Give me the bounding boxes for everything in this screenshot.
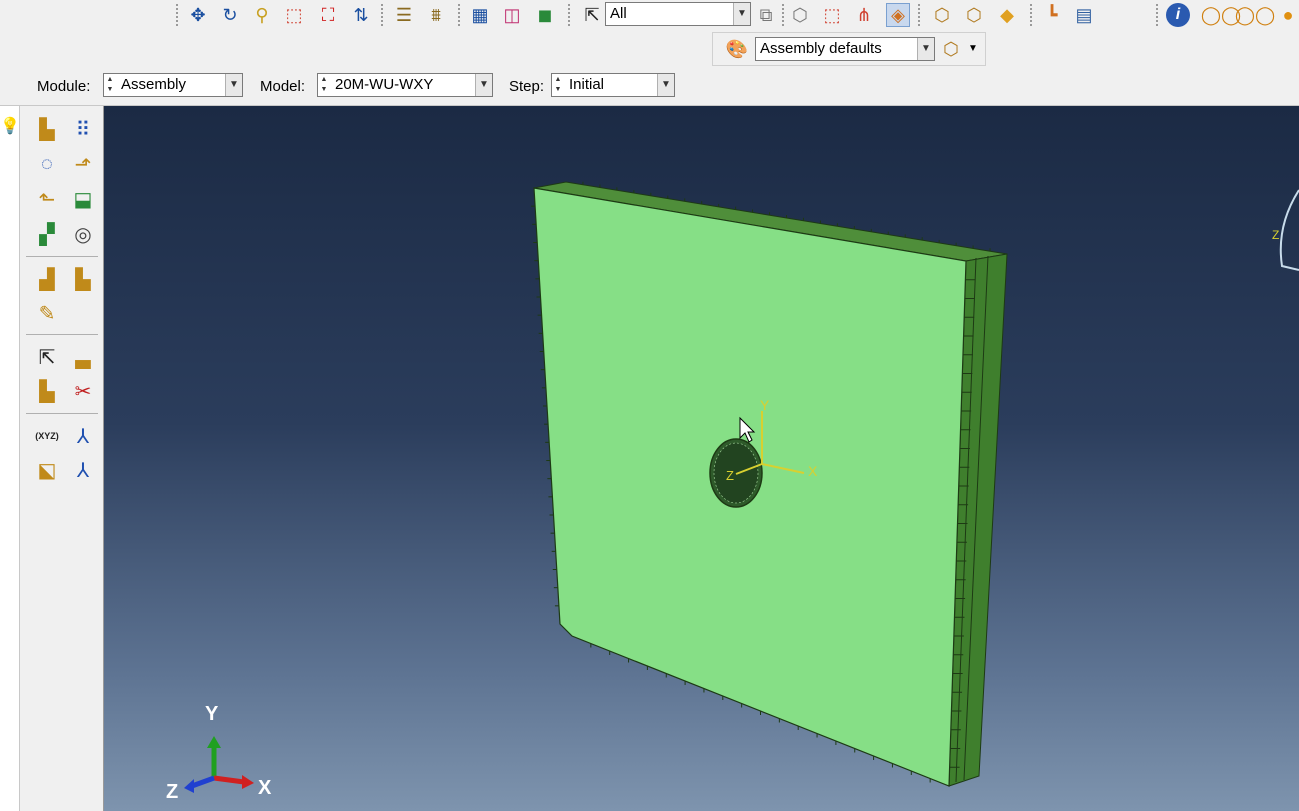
module-label: Module: <box>37 78 91 95</box>
iso-view-icon[interactable]: ☰ <box>392 3 416 27</box>
view-cube-fragment[interactable]: Z <box>1272 189 1299 271</box>
cut-view-icon[interactable]: ⋔ <box>852 3 876 27</box>
selection-filter-select[interactable]: All ▼ <box>605 2 751 26</box>
boolean-union-icon[interactable]: ◯◯ <box>1201 3 1241 27</box>
rotate-instance-icon[interactable]: ⬑ <box>32 184 62 214</box>
toolbox-separator <box>26 334 98 335</box>
query-icon[interactable]: ┗ <box>1040 3 1064 27</box>
info-icon[interactable]: i <box>1166 3 1190 27</box>
display-options-icon[interactable]: ⬡ <box>939 37 963 61</box>
boolean-instances-icon[interactable]: ◎ <box>68 219 98 249</box>
pan-icon[interactable]: ✥ <box>186 3 210 27</box>
toolbox-separator <box>26 413 98 414</box>
translate-to-icon[interactable]: ⬓ <box>68 184 98 214</box>
triad-x-label: X <box>258 777 272 799</box>
datum-axis-icon[interactable]: ⅄ <box>68 421 98 451</box>
linear-pattern-icon[interactable]: ⠿ <box>68 114 98 144</box>
module-toolbox: ▙ ⠿ ◌ ⬏ ⬑ ⬓ ▞ ◎ ▟ ▙ ✎ ⇱ ▃ ▙ ✂ (XYZ) ⅄ ⬕ … <box>20 106 104 811</box>
zoom-box-icon[interactable]: ⬚ <box>282 3 306 27</box>
boolean-intersect-icon[interactable]: ◯◯ <box>1235 3 1275 27</box>
csys-z-label: Z <box>726 468 734 483</box>
chevron-down-icon[interactable]: ▼ <box>965 37 981 61</box>
selection-filter-value: All <box>610 5 627 22</box>
view-top-icon[interactable]: ◆ <box>995 3 1019 27</box>
chevron-down-icon[interactable]: ▼ <box>475 74 492 96</box>
datum-icon[interactable]: ▃ <box>68 342 98 372</box>
toolbar-separator <box>381 4 383 26</box>
module-value: Assembly <box>121 76 187 93</box>
model-value: 20M-WU-WXY <box>335 76 434 93</box>
feature-delete-icon[interactable]: ✂ <box>68 376 98 406</box>
feature-manager-icon[interactable]: ▙ <box>32 376 62 406</box>
context-bar: Module: ▲ ▼ Assembly ▼ Model: ▲ ▼ 20M-WU-W… <box>0 68 1299 106</box>
toolbar-separator <box>568 4 570 26</box>
toolbar-separator <box>918 4 920 26</box>
color-code-icon[interactable]: 🎨 <box>725 37 749 61</box>
boolean-subtract-icon[interactable]: ● <box>1276 3 1299 27</box>
view-front-icon[interactable]: ⬡ <box>930 3 954 27</box>
toolbar-separator <box>1156 4 1158 26</box>
step-value: Initial <box>569 76 605 93</box>
box-select-icon[interactable]: ⬡ <box>788 3 812 27</box>
toolbar-separator <box>1030 4 1032 26</box>
translate-instance-icon[interactable]: ⬏ <box>68 149 98 179</box>
main-toolbar: ✥ ↻ ⚲ ⬚ ⛶ ⇅ ☰ ⩩ ▦ ◫ ◼ ⇱ All ▼ ⧉ ⬡ ⬚ ⋔ ◈ … <box>0 0 1299 31</box>
shaded-icon[interactable]: ◼ <box>533 3 557 27</box>
spin-arrows-icon: ▲ ▼ <box>554 76 562 93</box>
constraint-parallel-face-icon[interactable]: ▟ <box>32 264 62 294</box>
rotate-icon[interactable]: ↻ <box>218 3 242 27</box>
datum-csys-icon[interactable]: ⅄ <box>68 455 98 485</box>
datum-point-icon[interactable]: (XYZ) <box>32 421 62 451</box>
toolbar-separator <box>458 4 460 26</box>
perspective-icon[interactable]: ◈ <box>886 3 910 27</box>
table-icon[interactable]: ▤ <box>1072 3 1096 27</box>
datum-plane-icon[interactable]: ⬕ <box>32 455 62 485</box>
auto-fit-icon[interactable]: ⛶ <box>316 3 340 27</box>
constraint-face-to-face-icon[interactable]: ▙ <box>68 264 98 294</box>
spin-arrows-icon: ▲ ▼ <box>320 76 328 93</box>
chevron-down-icon[interactable]: ▼ <box>657 74 674 96</box>
module-select[interactable]: ▲ ▼ Assembly ▼ <box>103 73 243 97</box>
triad-y-label: Y <box>205 703 219 725</box>
wireframe-icon[interactable]: ▦ <box>468 3 492 27</box>
drag-select-icon[interactable]: ⬚ <box>820 3 844 27</box>
radial-pattern-icon[interactable]: ◌ <box>32 149 62 179</box>
query-select-icon[interactable]: ⇱ <box>32 342 62 372</box>
csys-x-label: X <box>808 463 818 479</box>
create-instance-icon[interactable]: ▙ <box>32 114 62 144</box>
step-select[interactable]: ▲ ▼ Initial ▼ <box>551 73 675 97</box>
model-label: Model: <box>260 78 306 95</box>
lightbulb-icon[interactable]: 💡 <box>0 116 20 136</box>
chevron-down-icon[interactable]: ▼ <box>225 74 242 96</box>
magnify-icon[interactable]: ⚲ <box>250 3 274 27</box>
graphics-viewport[interactable]: Y X Z Y X Z Z <box>104 106 1299 811</box>
chevron-down-icon[interactable]: ▼ <box>917 38 934 60</box>
view-triad: Y X Z <box>166 703 272 803</box>
toolbox-separator <box>26 256 98 257</box>
model-tree-panel: 💡 <box>0 106 20 811</box>
chevron-down-icon[interactable]: ▼ <box>733 3 750 25</box>
display-group-toolbar: 🎨 Assembly defaults ▼ ⬡ ▼ <box>712 32 986 66</box>
display-group-select[interactable]: Assembly defaults ▼ <box>755 37 935 61</box>
hidden-line-icon[interactable]: ◫ <box>500 3 524 27</box>
viewport-canvas[interactable]: Y X Z Y X Z Z <box>104 106 1299 811</box>
csys-y-label: Y <box>760 397 770 413</box>
front-view-icon[interactable]: ⩩ <box>424 3 448 27</box>
toolbar-separator <box>782 4 784 26</box>
selection-options-icon[interactable]: ⧉ <box>754 3 778 27</box>
display-group-value: Assembly defaults <box>760 40 882 57</box>
model-select[interactable]: ▲ ▼ 20M-WU-WXY ▼ <box>317 73 493 97</box>
step-label: Step: <box>509 78 545 95</box>
cycle-views-icon[interactable]: ⇅ <box>349 3 373 27</box>
spin-arrows-icon: ▲ ▼ <box>106 76 114 93</box>
triad-z-label: Z <box>166 781 178 803</box>
view-side-icon[interactable]: ⬡ <box>962 3 986 27</box>
toolbar-separator <box>176 4 178 26</box>
select-arrow-icon[interactable]: ⇱ <box>580 3 604 27</box>
constraint-edit-icon[interactable]: ✎ <box>32 298 62 328</box>
view-cube-z-label: Z <box>1272 228 1279 242</box>
merge-cut-icon[interactable]: ▞ <box>32 219 62 249</box>
